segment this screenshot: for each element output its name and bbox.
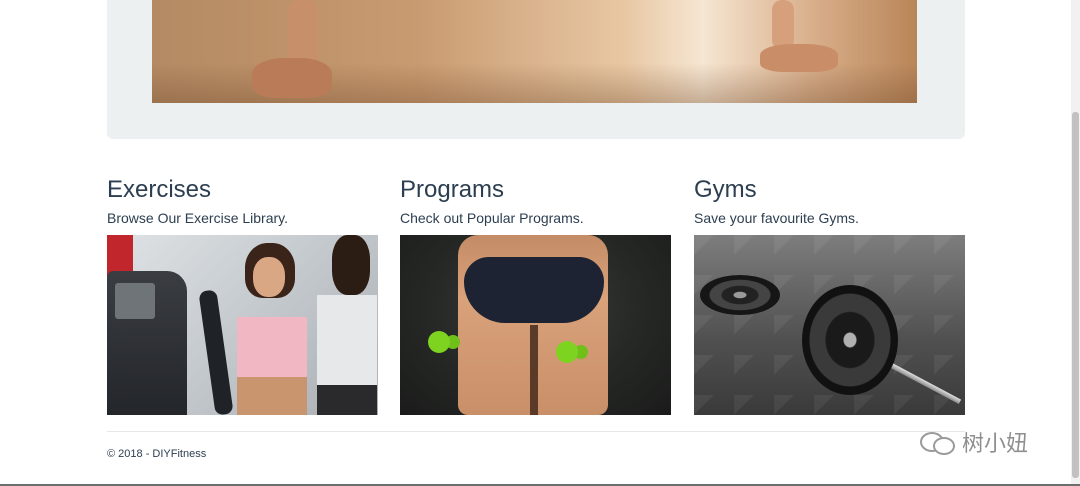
scrollbar-thumb[interactable]: [1072, 112, 1079, 478]
programs-image-dumbbell-right: [556, 341, 578, 363]
hero-jumbotron: [107, 0, 965, 139]
exercises-image-hair-back: [332, 235, 370, 295]
gyms-card: Gyms Save your favourite Gyms.: [694, 172, 965, 415]
programs-image[interactable]: [400, 235, 671, 415]
gyms-image-plate-big: [802, 285, 898, 395]
watermark-text: 树小妞: [962, 432, 1029, 457]
exercises-card: Exercises Browse Our Exercise Library.: [107, 172, 378, 415]
hero-left-hand: [252, 58, 332, 98]
exercises-title[interactable]: Exercises: [107, 172, 378, 208]
programs-image-shorts: [464, 257, 604, 323]
programs-title[interactable]: Programs: [400, 172, 671, 208]
watermark: 树小妞: [920, 426, 1028, 458]
gyms-subtitle: Save your favourite Gyms.: [694, 210, 859, 226]
wechat-icon: [920, 430, 956, 455]
footer-divider: [107, 431, 965, 432]
hero-right-hand: [760, 44, 838, 72]
exercises-image-console: [115, 283, 155, 319]
page-scrollbar[interactable]: [1071, 0, 1080, 486]
gyms-image[interactable]: [694, 235, 965, 415]
exercises-subtitle: Browse Our Exercise Library.: [107, 210, 289, 226]
hero-right-arm: [772, 0, 794, 50]
exercises-image-handlebar: [198, 289, 234, 415]
exercises-image-face: [253, 257, 285, 297]
exercises-image[interactable]: [107, 235, 378, 415]
programs-card: Programs Check out Popular Programs.: [400, 172, 671, 415]
footer-copyright: © 2018 - DIYFitness: [107, 448, 207, 460]
programs-subtitle: Check out Popular Programs.: [400, 210, 584, 226]
gyms-title[interactable]: Gyms: [694, 172, 965, 208]
hero-pushup-photo: [152, 0, 917, 103]
programs-image-leg-gap: [530, 325, 538, 415]
programs-image-dumbbell-left: [428, 331, 450, 353]
gyms-image-plate-small: [700, 275, 780, 315]
